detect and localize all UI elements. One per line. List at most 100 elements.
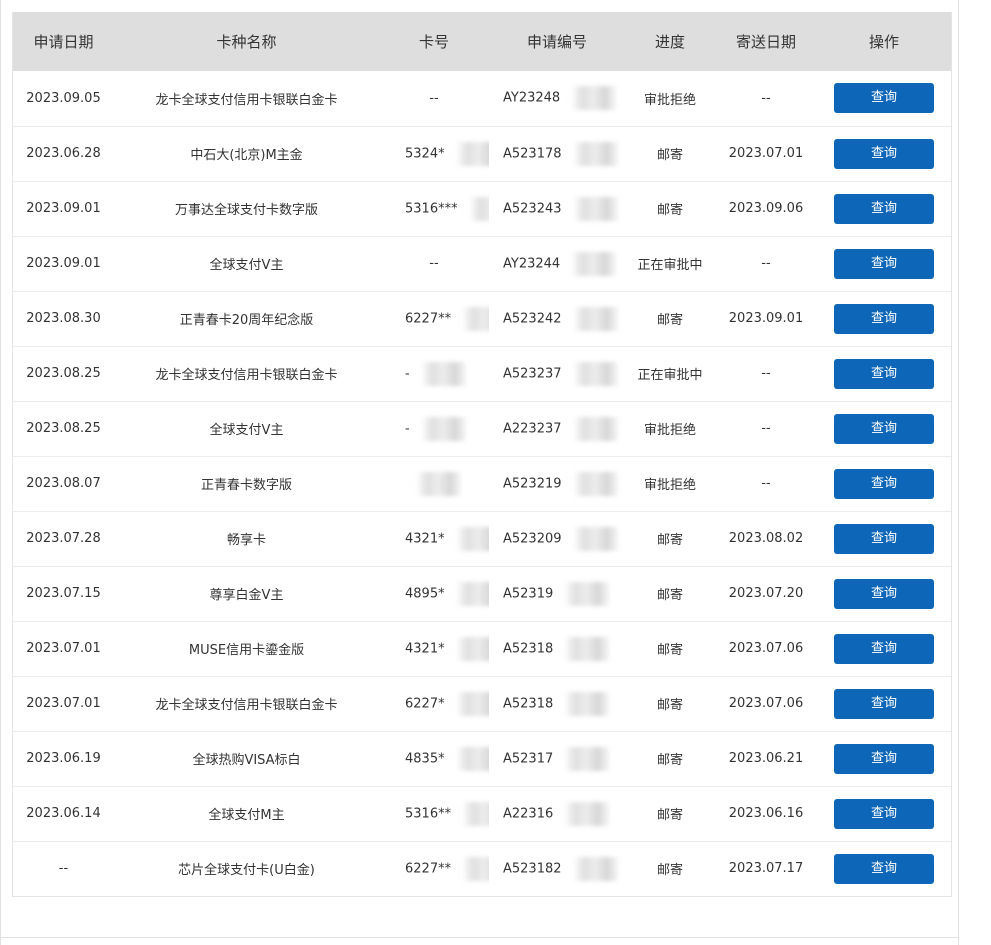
cell-card-no-masked: 4321*: [405, 526, 489, 551]
query-button[interactable]: 查询: [834, 523, 934, 554]
redaction-blur: [451, 801, 489, 826]
redaction-blur: [561, 141, 618, 166]
cell-apply-no-text: AY23244: [503, 256, 561, 271]
cell-card-no-masked: 4321*: [405, 636, 489, 661]
header-progress: 进度: [654, 33, 685, 51]
cell-apply-no-text: A523237: [503, 366, 562, 381]
redaction-blur: [561, 306, 618, 331]
cell-apply-no-masked: A52319: [503, 581, 610, 606]
cell-card-no: 6227**: [379, 290, 489, 346]
cell-card-no: -: [379, 345, 489, 401]
cell-send-date: --: [715, 235, 817, 291]
cell-card-no-masked: 5316**: [405, 801, 489, 826]
application-progress-table: 申请日期 卡种名称 卡号 申请编号 进度 寄送日期 操作 2023.09.05 龙…: [12, 12, 952, 897]
cell-card-no: [379, 455, 489, 511]
query-button[interactable]: 查询: [834, 688, 934, 719]
cell-card-no-masked: [405, 471, 461, 496]
cell-card-no-text: 4321*: [405, 531, 445, 546]
cell-apply-no-text: A223237: [503, 421, 562, 436]
cell-apply-no: A523178: [489, 125, 625, 181]
cell-apply-no: A223237: [489, 400, 625, 456]
cell-card-name: 龙卡全球支付信用卡银联白金卡: [155, 92, 338, 108]
cell-progress: 邮寄: [625, 840, 715, 896]
cell-apply-date: 2023.06.28: [13, 125, 114, 181]
cell-apply-no-text: A52317: [503, 751, 554, 766]
query-button[interactable]: 查询: [834, 633, 934, 664]
query-button[interactable]: 查询: [834, 468, 934, 499]
cell-apply-no-text: AY23248: [503, 90, 561, 106]
query-button[interactable]: 查询: [834, 358, 934, 389]
cell-apply-no-masked: A52317: [503, 746, 610, 771]
cell-action: 查询: [817, 510, 951, 566]
cell-action: 查询: [817, 290, 951, 346]
cell-apply-no: A52319: [489, 565, 625, 621]
cell-card-name: 芯片全球支付卡(U白金): [114, 840, 379, 896]
cell-action: 查询: [817, 675, 951, 731]
cell-card-no-masked: 4835*: [405, 746, 489, 771]
cell-action: 查询: [817, 345, 951, 401]
cell-apply-no: A52318: [489, 620, 625, 676]
cell-card-name: 畅享卡: [114, 510, 379, 566]
query-button[interactable]: 查询: [834, 138, 934, 169]
cell-send-date: 2023.08.02: [715, 510, 817, 566]
query-button[interactable]: 查询: [834, 193, 934, 224]
cell-action: 查询: [817, 730, 951, 786]
cell-card-no: 5316**: [379, 785, 489, 841]
cell-apply-no: A52317: [489, 730, 625, 786]
redaction-blur: [444, 526, 489, 551]
query-button[interactable]: 查询: [834, 798, 934, 829]
cell-card-no-masked: -: [405, 361, 466, 386]
cell-apply-no: A52318: [489, 675, 625, 731]
query-button[interactable]: 查询: [834, 578, 934, 609]
cell-card-name: 中石大(北京)M主金: [114, 125, 379, 181]
table-row: 2023.08.07 正青春卡数字版 A523219 审批拒绝 -- 查询: [13, 455, 951, 511]
cell-apply-no-masked: A523219: [503, 471, 618, 496]
redaction-blur: [561, 471, 618, 496]
cell-progress: 邮寄: [625, 565, 715, 621]
cell-apply-date: 2023.08.07: [13, 455, 114, 511]
cell-action: 查询: [817, 180, 951, 236]
header-card-no: 卡号: [418, 33, 449, 51]
cell-send-date: 2023.09.06: [715, 180, 817, 236]
redaction-blur: [561, 856, 618, 881]
cell-send-date: 2023.07.06: [715, 620, 817, 676]
table-row: 2023.08.25 全球支付V主 - A223237 审批拒绝 -- 查询: [13, 400, 951, 456]
cell-send-date: 2023.07.20: [715, 565, 817, 621]
cell-action: 查询: [817, 785, 951, 841]
cell-apply-no: A523243: [489, 180, 625, 236]
redaction-blur: [409, 361, 466, 386]
header-apply-date: 申请日期: [33, 33, 94, 51]
cell-apply-no: A22316: [489, 785, 625, 841]
redaction-blur: [444, 746, 489, 771]
cell-card-no: -: [379, 400, 489, 456]
redaction-blur: [405, 471, 461, 496]
redaction-blur: [444, 636, 489, 661]
query-button[interactable]: 查询: [834, 853, 934, 884]
table-row: 2023.07.28 畅享卡 4321* A523209 邮寄 2023.08.02 查询: [13, 510, 951, 566]
query-button[interactable]: 查询: [834, 248, 934, 279]
cell-card-name: 龙卡全球支付信用卡银联白金卡: [114, 675, 379, 731]
redaction-blur: [457, 196, 489, 221]
query-button[interactable]: 查询: [834, 413, 934, 444]
cell-apply-no: A523182: [489, 840, 625, 896]
cell-progress: 审批拒绝: [643, 92, 696, 108]
redaction-blur: [553, 636, 610, 661]
redaction-blur: [451, 856, 489, 881]
redaction-blur: [561, 361, 618, 386]
cell-progress: 邮寄: [625, 620, 715, 676]
cell-card-name: 正青春卡20周年纪念版: [114, 290, 379, 346]
cell-card-name: 正青春卡数字版: [114, 455, 379, 511]
cell-apply-no-masked: A223237: [503, 416, 618, 441]
cell-apply-date: 2023.08.25: [13, 400, 114, 456]
cell-apply-no-text: A523243: [503, 201, 562, 216]
table-row: 2023.07.15 尊享白金V主 4895* A52319 邮寄 2023.07.20 查…: [13, 565, 951, 621]
cell-card-name: 尊享白金V主: [114, 565, 379, 621]
query-button[interactable]: 查询: [834, 83, 934, 114]
table-row: 2023.09.01 万事达全球支付卡数字版 5316*** A523243 邮寄 202…: [13, 180, 951, 236]
redaction-blur: [553, 691, 610, 716]
query-button[interactable]: 查询: [834, 743, 934, 774]
cell-card-no-masked: 6227**: [405, 306, 489, 331]
cell-apply-date: 2023.06.14: [13, 785, 114, 841]
query-button[interactable]: 查询: [834, 303, 934, 334]
cell-send-date: --: [761, 90, 771, 106]
